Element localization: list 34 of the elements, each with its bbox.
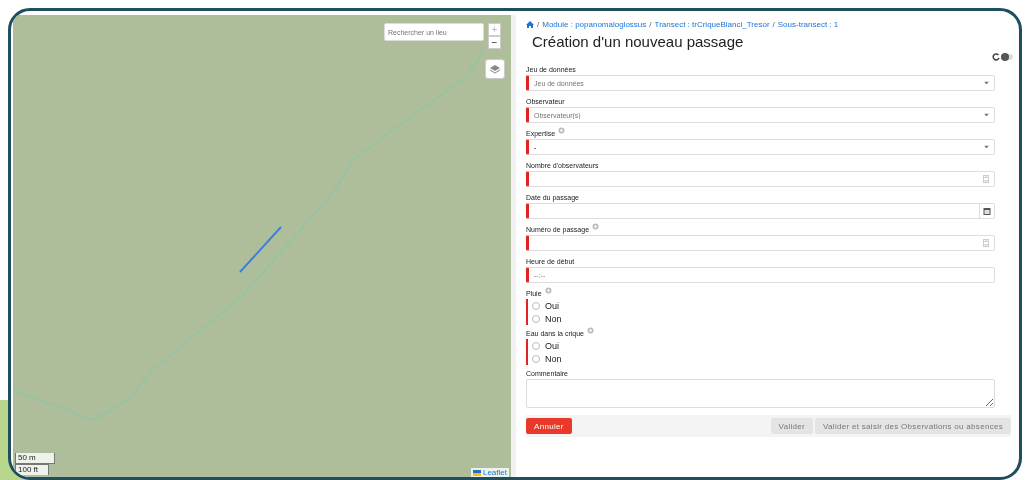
layers-button[interactable] [485, 59, 505, 79]
home-icon [526, 20, 534, 28]
comment-field[interactable] [526, 379, 995, 408]
calendar-button[interactable] [979, 204, 994, 218]
breadcrumb-link[interactable]: Transect : trCriqueBlanci_Tresor [654, 19, 770, 29]
radio-option[interactable]: Non [532, 312, 995, 325]
input-field[interactable] [526, 171, 995, 187]
input-field[interactable] [526, 203, 995, 219]
caret-icon [984, 113, 989, 117]
zoom-out-button[interactable]: − [488, 36, 501, 49]
breadcrumb-link[interactable]: Sous-transect : 1 [777, 19, 839, 29]
spinner-icon [983, 175, 989, 183]
spinner-icon [983, 239, 989, 247]
radio-option[interactable]: Oui [532, 299, 995, 312]
calendar-icon [983, 207, 991, 215]
breadcrumb-separator: / [772, 19, 775, 29]
toggle-switch[interactable] [1001, 54, 1013, 60]
breadcrumb-separator: / [537, 19, 540, 29]
radio-option[interactable]: Oui [532, 339, 995, 352]
flag-icon [472, 469, 481, 476]
layers-icon [489, 64, 501, 74]
attribution-link[interactable]: Leaflet [470, 468, 509, 477]
home-link[interactable] [526, 20, 534, 28]
page-title: Création d'un nouveau passage [532, 32, 745, 52]
refresh-icon [992, 53, 1000, 61]
input-field[interactable] [526, 235, 995, 251]
cancel-button[interactable]: Annuler [526, 418, 572, 434]
breadcrumb-link[interactable]: Module : popanomaloglossus [542, 19, 647, 29]
caret-icon [984, 145, 989, 149]
scale-label: 50 m [15, 453, 55, 464]
radio-option[interactable]: Non [532, 352, 995, 365]
scale-label: 100 ft [15, 464, 49, 475]
caret-icon [984, 81, 989, 85]
breadcrumb-separator: / [649, 19, 652, 29]
